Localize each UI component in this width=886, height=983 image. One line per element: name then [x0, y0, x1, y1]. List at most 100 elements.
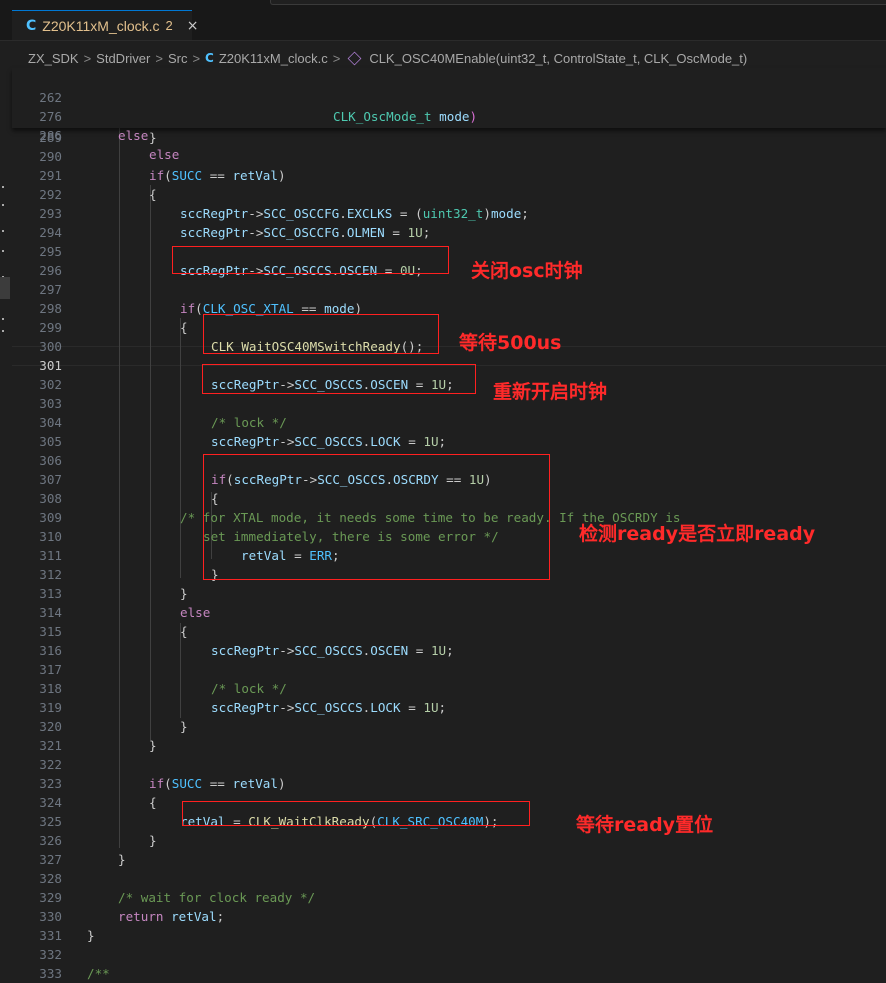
code-text: { — [180, 320, 188, 335]
code-line[interactable]: 298 if(CLK_OSC_XTAL == mode) — [12, 299, 886, 318]
code-text: } — [180, 586, 188, 601]
line-number: 297 — [39, 282, 62, 297]
code-text: sccRegPtr->SCC_OSCCS.LOCK = 1U; — [211, 700, 447, 715]
c-file-icon: C — [205, 51, 214, 65]
code-text: sccRegPtr->SCC_OSCCS.LOCK = 1U; — [211, 434, 447, 449]
line-number: 309 — [39, 510, 62, 525]
code-line[interactable]: 300 CLK_WaitOSC40MSwitchReady(); — [12, 337, 886, 356]
line-number: 303 — [39, 396, 62, 411]
annotation-box-wait-500us — [203, 314, 439, 354]
code-line[interactable]: 331} — [12, 926, 886, 945]
tab-filename: Z20K11xM_clock.c — [42, 17, 160, 34]
code-text: if(SUCC == retVal) — [149, 776, 286, 791]
keyword-else: else — [149, 147, 180, 162]
line-number: 308 — [39, 491, 62, 506]
line-number: 316 — [39, 643, 62, 658]
code-text: else — [180, 605, 211, 620]
code-text: sccRegPtr->SCC_OSCCFG.OLMEN = 1U; — [180, 225, 431, 240]
code-line[interactable]: 315 { — [12, 622, 886, 641]
annotation-box-osc-on — [202, 364, 476, 394]
code-line[interactable]: 326} — [12, 831, 886, 850]
code-line[interactable]: 304 /* lock */ — [12, 413, 886, 432]
line-number: 326 — [39, 833, 62, 848]
code-line[interactable]: 323 if(SUCC == retVal) — [12, 774, 886, 793]
line-number: 300 — [39, 339, 62, 354]
c-file-icon: C — [26, 17, 37, 34]
code-line[interactable]: 290 — [12, 147, 886, 166]
code-line[interactable]: 291 if(SUCC == retVal) — [12, 166, 886, 185]
code-line[interactable]: 332 — [12, 945, 886, 964]
scroll-marker — [0, 277, 10, 299]
code-line[interactable]: 318 /* lock */ — [12, 679, 886, 698]
code-line[interactable]: 327} — [12, 850, 886, 869]
line-number: 301 — [39, 358, 62, 373]
line-number: 305 — [39, 434, 62, 449]
code-text: { — [180, 624, 188, 639]
annotation-box-osc-off — [172, 246, 449, 274]
code-line[interactable]: 329 /* wait for clock ready */ — [12, 888, 886, 907]
code-line[interactable]: 295 — [12, 242, 886, 261]
code-text: /* lock */ — [211, 415, 287, 430]
code-line[interactable]: 316 sccRegPtr->SCC_OSCCS.OSCEN = 1U; — [12, 641, 886, 660]
keyword-else: else — [118, 128, 149, 143]
problems-count-badge: 2 — [165, 18, 173, 33]
sticky-scroll-header[interactable]: 262 CLK_OscMode_t mode) 276 else 286 els… — [12, 68, 886, 162]
sticky-line[interactable]: 286 else — [12, 107, 886, 162]
code-line[interactable]: 317 — [12, 660, 886, 679]
code-line[interactable]: 292 { — [12, 185, 886, 204]
code-line[interactable]: 330 return retVal; — [12, 907, 886, 926]
line-number: 311 — [39, 548, 62, 563]
code-line[interactable]: 320} — [12, 717, 886, 736]
sticky-line[interactable]: 262 CLK_OscMode_t mode) — [12, 69, 886, 124]
code-text: } — [87, 928, 95, 943]
breadcrumb-item-zx-sdk[interactable]: ZX_SDK — [28, 51, 79, 66]
code-text: return retVal; — [118, 909, 225, 924]
annotation-wait-500us: 等待500us — [459, 332, 562, 354]
line-number: 333 — [39, 966, 62, 981]
code-line[interactable]: 305 sccRegPtr->SCC_OSCCS.LOCK = 1U; — [12, 432, 886, 451]
line-number: 306 — [39, 453, 62, 468]
top-window-strip — [270, 0, 886, 5]
close-icon[interactable]: × — [187, 18, 199, 34]
code-line[interactable]: 313} — [12, 584, 886, 603]
line-number: 293 — [39, 206, 62, 221]
line-number: 307 — [39, 472, 62, 487]
code-line[interactable]: 319 sccRegPtr->SCC_OSCCS.LOCK = 1U; — [12, 698, 886, 717]
code-text: } — [180, 719, 188, 734]
chevron-right-icon: > — [192, 50, 201, 66]
breadcrumb-item-symbol[interactable]: CLK_OSC40MEnable(uint32_t, ControlState_… — [369, 51, 747, 66]
code-line[interactable]: 293 sccRegPtr->SCC_OSCCFG.EXCLKS = (uint3… — [12, 204, 886, 223]
code-line[interactable]: 299 { — [12, 318, 886, 337]
sticky-line[interactable]: 276 else — [12, 88, 886, 143]
code-text: sccRegPtr->SCC_OSCCFG.EXCLKS = (uint32_t… — [180, 206, 529, 221]
code-line[interactable]: 321} — [12, 736, 886, 755]
breadcrumb-item-file[interactable]: Z20K11xM_clock.c — [219, 51, 328, 66]
line-number: 314 — [39, 605, 62, 620]
code-line[interactable]: 328 — [12, 869, 886, 888]
breadcrumb-item-stddriver[interactable]: StdDriver — [96, 51, 150, 66]
line-number: 325 — [39, 814, 62, 829]
line-number: 321 — [39, 738, 62, 753]
code-text: { — [149, 795, 157, 810]
code-text: } — [149, 738, 157, 753]
line-number: 320 — [39, 719, 62, 734]
code-line[interactable]: 297 — [12, 280, 886, 299]
code-text: } — [118, 852, 126, 867]
line-number: 304 — [39, 415, 62, 430]
chevron-right-icon: > — [332, 50, 341, 66]
code-line[interactable]: 322 — [12, 755, 886, 774]
code-line[interactable]: 296 sccRegPtr->SCC_OSCCS.OSCEN = 0U; — [12, 261, 886, 280]
line-number: 292 — [39, 187, 62, 202]
code-text: sccRegPtr->SCC_OSCCS.OSCEN = 1U; — [211, 643, 454, 658]
breadcrumb-item-src[interactable]: Src — [168, 51, 188, 66]
code-line[interactable]: 333 /** — [12, 964, 886, 983]
code-editor[interactable]: 262 CLK_OscMode_t mode) 276 else 286 els… — [12, 68, 886, 981]
code-text: if(SUCC == retVal) — [149, 168, 286, 183]
editor-tab-bar: C Z20K11xM_clock.c 2 × — [0, 0, 886, 41]
code-line[interactable]: 314 else — [12, 603, 886, 622]
code-line[interactable]: 303 — [12, 394, 886, 413]
chevron-right-icon: > — [83, 50, 92, 66]
code-line[interactable]: 294 sccRegPtr->SCC_OSCCFG.OLMEN = 1U; — [12, 223, 886, 242]
line-number: 317 — [39, 662, 62, 677]
tab-z20k11xm-clock-c[interactable]: C Z20K11xM_clock.c 2 × — [12, 10, 198, 40]
